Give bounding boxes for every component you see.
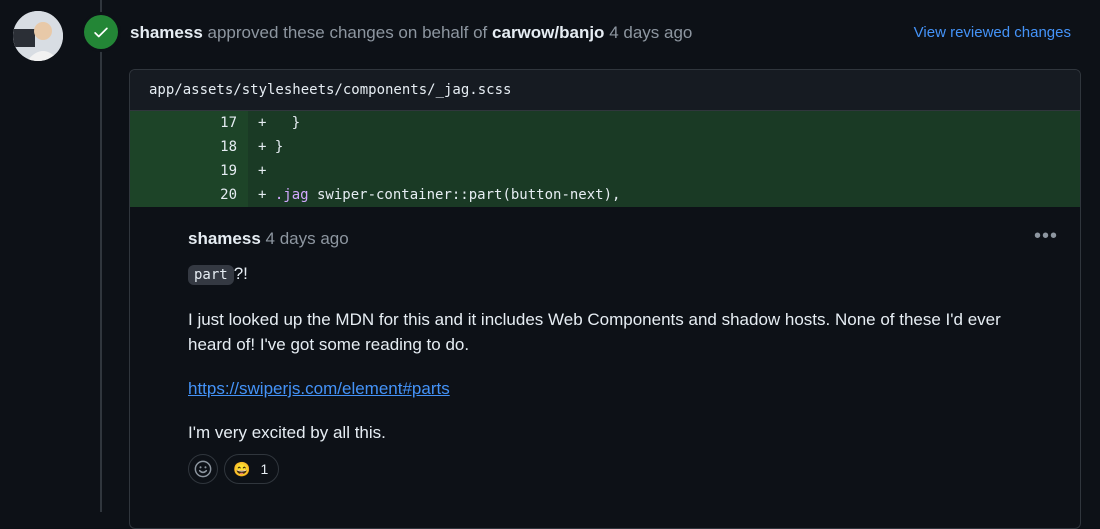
reaction-smile-button[interactable]: 😄 1 xyxy=(224,454,280,484)
comment-paragraph: https://swiperjs.com/element#parts xyxy=(188,376,1038,401)
reaction-emoji: 😄 xyxy=(233,460,251,477)
css-selector: .jag xyxy=(274,187,309,203)
comment-paragraph: I'm very excited by all this. xyxy=(188,423,386,442)
line-number[interactable]: 19 xyxy=(130,159,248,183)
diff-code-rest: swiper-container::part(button-next), xyxy=(308,187,621,203)
comment-time[interactable]: 4 days ago xyxy=(266,229,349,248)
diff-code: + } xyxy=(248,111,1080,135)
review-author[interactable]: shamess xyxy=(130,23,203,42)
line-number[interactable]: 17 xyxy=(130,111,248,135)
diff-line: 19 + xyxy=(130,159,1080,183)
inline-code: part xyxy=(188,265,234,285)
diff-code: + } xyxy=(248,135,1080,159)
review-thread-card: app/assets/stylesheets/components/_jag.s… xyxy=(129,69,1081,529)
diff-line: 18 + } xyxy=(130,135,1080,159)
comment-body: part?! I just looked up the MDN for this… xyxy=(188,261,1038,464)
comment-link[interactable]: https://swiperjs.com/element#parts xyxy=(188,379,450,398)
review-time[interactable]: 4 days ago xyxy=(609,23,692,42)
diff-hunk: 17 + } 18 + } 19 + 20 + .jag swiper-cont… xyxy=(130,111,1080,207)
avatar-image xyxy=(13,11,63,61)
line-number[interactable]: 20 xyxy=(130,183,248,207)
diff-prefix: + xyxy=(258,187,275,203)
kebab-horizontal-icon[interactable]: ••• xyxy=(1034,225,1058,248)
approved-badge xyxy=(84,15,118,49)
avatar[interactable] xyxy=(13,11,63,61)
timeline-line xyxy=(100,0,102,512)
comment-paragraph: I just looked up the MDN for this and it… xyxy=(188,310,1001,354)
comment-header: shamess 4 days ago xyxy=(188,229,349,249)
inline-code-suffix: ?! xyxy=(233,264,248,283)
check-icon xyxy=(94,27,108,38)
diff-line: 17 + } xyxy=(130,111,1080,135)
diff-code: + .jag swiper-container::part(button-nex… xyxy=(248,183,1080,207)
review-action-text: approved these changes on behalf of xyxy=(207,23,488,42)
reaction-count: 1 xyxy=(260,461,269,477)
add-reaction-button[interactable] xyxy=(188,454,218,484)
comment-author[interactable]: shamess xyxy=(188,229,261,248)
diff-code: + xyxy=(248,159,1080,183)
diff-line: 20 + .jag swiper-container::part(button-… xyxy=(130,183,1080,207)
review-header: shamess approved these changes on behalf… xyxy=(130,22,692,44)
reactions-bar: 😄 1 xyxy=(188,454,280,484)
comment-paragraph: part?! xyxy=(188,261,1038,288)
file-path[interactable]: app/assets/stylesheets/components/_jag.s… xyxy=(130,70,1080,111)
smiley-icon xyxy=(194,460,212,478)
line-number[interactable]: 18 xyxy=(130,135,248,159)
view-reviewed-changes-link[interactable]: View reviewed changes xyxy=(914,24,1071,42)
repo-link[interactable]: carwow/banjo xyxy=(492,23,604,42)
